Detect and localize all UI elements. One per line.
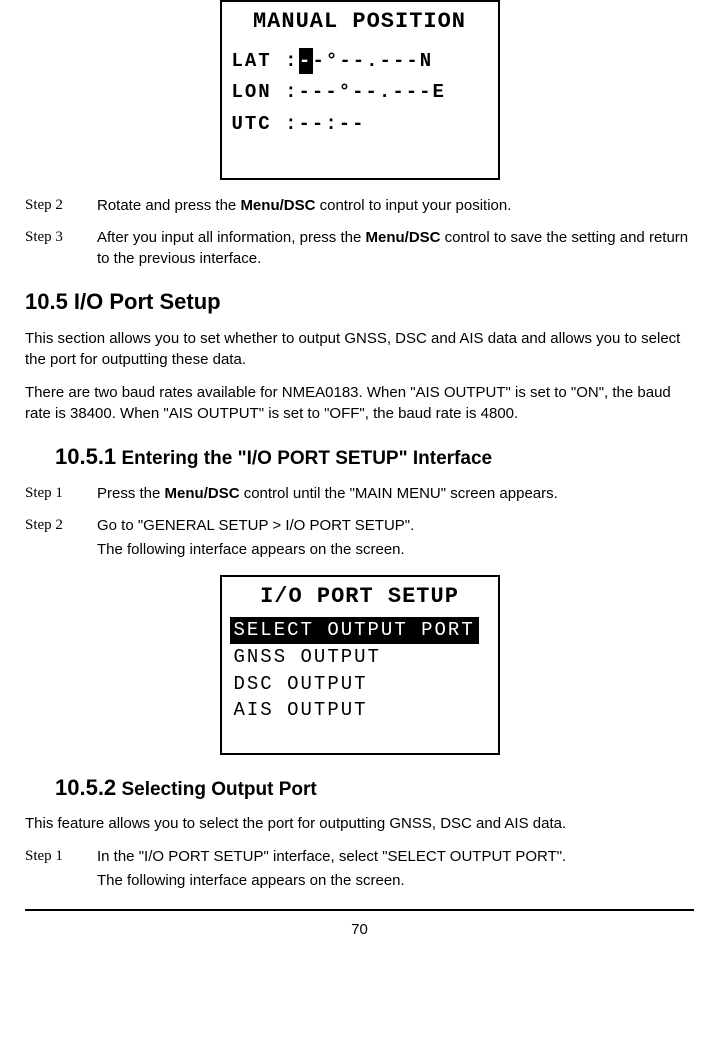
step-label: Step 3	[25, 227, 97, 272]
manual-position-screen: MANUAL POSITION LAT :--°--.---N LON :---…	[220, 0, 500, 180]
step-content: Press the Menu/DSC control until the "MA…	[97, 483, 694, 507]
screen-menu: SELECT OUTPUT PORT GNSS OUTPUT DSC OUTPU…	[222, 617, 498, 723]
body-paragraph: This feature allows you to select the po…	[25, 813, 694, 834]
menu-item: GNSS OUTPUT	[230, 644, 490, 671]
menu-item-selected: SELECT OUTPUT PORT	[230, 617, 479, 644]
step-label: Step 2	[25, 515, 97, 563]
body-paragraph: This section allows you to set whether t…	[25, 328, 694, 370]
step-1-1052: Step 1 In the "I/O PORT SETUP" interface…	[25, 846, 694, 894]
io-port-setup-screen: I/O PORT SETUP SELECT OUTPUT PORT GNSS O…	[220, 575, 500, 755]
step-content: In the "I/O PORT SETUP" interface, selec…	[97, 846, 694, 894]
step-3: Step 3 After you input all information, …	[25, 227, 694, 272]
screen-title: MANUAL POSITION	[222, 2, 498, 43]
page-number: 70	[351, 921, 368, 938]
step-2: Step 2 Rotate and press the Menu/DSC con…	[25, 195, 694, 219]
step-1-1051: Step 1 Press the Menu/DSC control until …	[25, 483, 694, 507]
step-content: Rotate and press the Menu/DSC control to…	[97, 195, 694, 219]
screen-title: I/O PORT SETUP	[222, 577, 498, 618]
step-2-1051: Step 2 Go to "GENERAL SETUP > I/O PORT S…	[25, 515, 694, 563]
lon-row: LON :---°--.---E	[232, 79, 488, 106]
utc-row: UTC :--:--	[232, 111, 488, 138]
step-label: Step 1	[25, 483, 97, 507]
subsection-heading-10-5-2: 10.5.2 Selecting Output Port	[55, 773, 694, 804]
step-label: Step 2	[25, 195, 97, 219]
cursor: -	[299, 48, 313, 75]
screen-content: LAT :--°--.---N LON :---°--.---E UTC :--…	[222, 43, 498, 148]
menu-item: AIS OUTPUT	[230, 697, 490, 724]
menu-item: DSC OUTPUT	[230, 671, 490, 698]
step-content: Go to "GENERAL SETUP > I/O PORT SETUP". …	[97, 515, 694, 563]
step-content: After you input all information, press t…	[97, 227, 694, 272]
body-paragraph: There are two baud rates available for N…	[25, 382, 694, 424]
section-heading-10-5: 10.5 I/O Port Setup	[25, 287, 694, 318]
page-footer: 70	[25, 909, 694, 940]
step-label: Step 1	[25, 846, 97, 894]
lat-row: LAT :--°--.---N	[232, 48, 488, 75]
subsection-heading-10-5-1: 10.5.1 Entering the "I/O PORT SETUP" Int…	[55, 442, 694, 473]
